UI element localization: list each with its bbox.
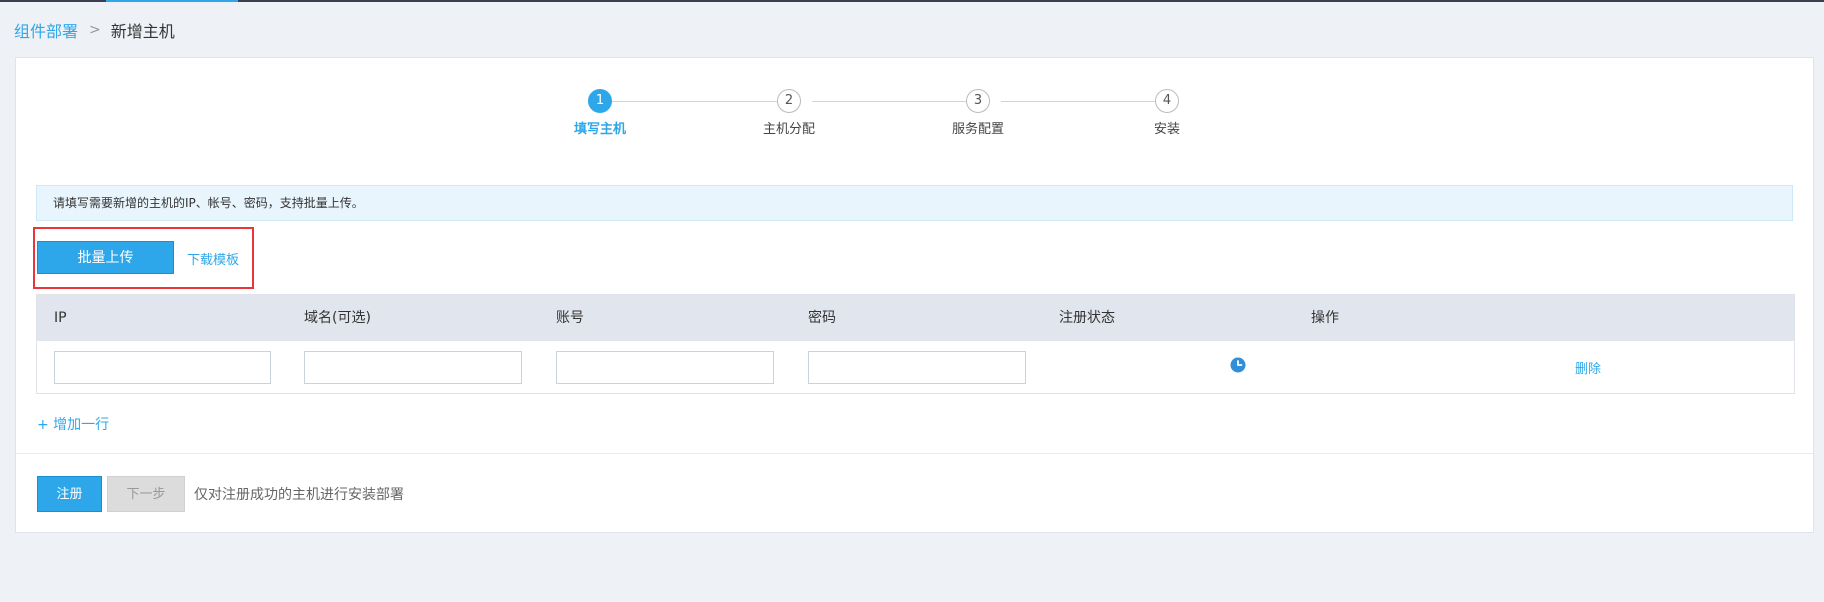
add-row-link[interactable]: + 增加一行	[37, 414, 109, 434]
clock-icon	[1230, 357, 1246, 373]
account-input[interactable]	[556, 351, 774, 384]
password-input[interactable]	[808, 351, 1026, 384]
step-number: 2	[777, 89, 801, 113]
top-nav-bar	[0, 0, 1824, 2]
next-step-button[interactable]: 下一步	[107, 476, 185, 512]
batch-upload-button[interactable]: 批量上传	[37, 241, 174, 274]
domain-input[interactable]	[304, 351, 522, 384]
divider	[16, 453, 1813, 454]
download-template-link[interactable]: 下载模板	[187, 249, 239, 268]
column-header-domain: 域名(可选)	[304, 310, 371, 326]
column-header-action: 操作	[1311, 310, 1339, 326]
column-header-password: 密码	[808, 310, 836, 326]
info-notice: 请填写需要新增的主机的IP、帐号、密码，支持批量上传。	[36, 185, 1793, 221]
step-number: 3	[966, 89, 990, 113]
step-label: 服务配置	[951, 122, 1004, 137]
top-nav-active-indicator	[106, 0, 238, 2]
breadcrumb: 组件部署 > 新增主机	[14, 18, 175, 42]
table-row: 删除	[37, 341, 1794, 393]
ip-input[interactable]	[54, 351, 271, 384]
table-header: IP 域名(可选) 账号 密码 注册状态 操作	[37, 295, 1794, 341]
delete-row-link[interactable]: 删除	[1575, 358, 1601, 377]
main-card: 1 填写主机 2 主机分配 3 服务配置 4 安装 请填写需要新增的主机的IP、…	[15, 57, 1814, 533]
step-4: 4 安装	[1117, 88, 1217, 137]
step-label: 主机分配	[762, 122, 815, 137]
step-number: 1	[588, 89, 612, 113]
footer-hint: 仅对注册成功的主机进行安装部署	[194, 487, 404, 503]
column-header-status: 注册状态	[1059, 310, 1115, 326]
step-3: 3 服务配置	[928, 88, 1028, 137]
column-header-account: 账号	[556, 310, 584, 326]
step-number: 4	[1155, 89, 1179, 113]
host-table: IP 域名(可选) 账号 密码 注册状态 操作 删除	[36, 294, 1795, 394]
step-label: 安装	[1153, 122, 1180, 137]
breadcrumb-link-parent[interactable]: 组件部署	[14, 18, 78, 42]
step-2: 2 主机分配	[739, 88, 839, 137]
step-label: 填写主机	[573, 122, 626, 137]
breadcrumb-current: 新增主机	[110, 22, 175, 41]
column-header-ip: IP	[54, 310, 67, 326]
stepper: 1 填写主机 2 主机分配 3 服务配置 4 安装	[574, 88, 1260, 138]
register-button[interactable]: 注册	[37, 476, 102, 512]
step-1: 1 填写主机	[550, 88, 650, 137]
chevron-right-icon: >	[89, 22, 101, 38]
